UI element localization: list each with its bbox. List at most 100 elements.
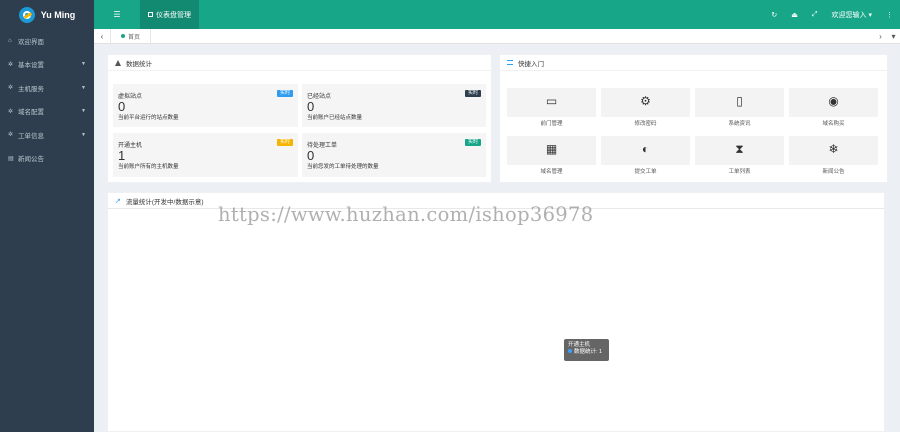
chevron-left-icon[interactable]: ‹	[94, 32, 110, 41]
document-icon: ▯	[736, 94, 743, 108]
stat-card-sites: 虚拟站点 实时 0 当前平台运行的站点数量	[113, 84, 298, 127]
tooltip-line: 数据统计: 1	[568, 349, 605, 356]
snowflake-icon: ❄	[828, 142, 839, 156]
stat-desc: 当前账户已经站点数量	[307, 115, 363, 121]
news-icon: ▤	[8, 155, 14, 162]
quick-item-label: 提交工单	[634, 169, 657, 175]
tab-options-icon[interactable]: ▾	[887, 32, 900, 41]
status-badge: 实时	[276, 90, 293, 97]
quick-panel-title: 快捷入门	[518, 60, 544, 68]
sidebar-item-settings[interactable]: ✲ 基本设置 ▼	[0, 53, 94, 77]
menu-toggle-icon[interactable]: ☰	[94, 0, 140, 29]
gears-icon: ✲	[8, 85, 14, 92]
tab-row: ‹ 首页 › ▾	[94, 28, 900, 44]
quick-item-password[interactable]: ⚙ 修改密码	[601, 88, 690, 127]
sidebar-item-news[interactable]: ▤ 新闻公告	[0, 147, 94, 171]
tooltip-series: 开通主机	[568, 342, 591, 348]
home-icon: ⌂	[8, 37, 12, 44]
quick-item-label: 域名管理	[540, 169, 563, 175]
caret-down-icon: ▼	[81, 108, 86, 115]
quick-item-label: 前门管理	[540, 121, 563, 127]
user-menu[interactable]: 欢迎您输入 ▾	[825, 10, 879, 20]
calendar-icon: ▦	[545, 142, 558, 156]
topbar-actions: ↻ ⏏ ⤢ 欢迎您输入 ▾ ⋮	[764, 0, 900, 29]
stat-card-tickets: 待处理工单 实时 0 当前您发的工单待处理的数量	[302, 133, 486, 177]
gears-icon: ✲	[8, 61, 14, 68]
clear-cache-icon[interactable]: ⏏	[784, 11, 805, 19]
tab-home-label: 首页	[128, 34, 141, 41]
gears-icon: ✲	[8, 132, 14, 139]
warning-icon	[115, 59, 121, 66]
shield-icon: ◐	[641, 142, 650, 156]
sidebar-item-label: 工单信息	[18, 132, 44, 140]
stat-card-hosts: 开通主机 实时 1 当前账户所有的主机数量	[113, 133, 298, 177]
tab-home[interactable]: 首页	[110, 28, 152, 44]
stat-desc: 当前平台运行的站点数量	[118, 115, 179, 121]
quick-item-label: 系统资讯	[728, 121, 751, 127]
chevron-right-icon[interactable]: ›	[874, 32, 887, 41]
quick-panel-header: 快捷入门	[500, 55, 887, 71]
stat-card-used-sites: 已经站点 实时 0 当前账户已经站点数量	[302, 84, 486, 127]
status-badge: 实时	[276, 139, 293, 146]
brand[interactable]: Yu Ming	[0, 0, 94, 29]
caret-down-icon: ▼	[81, 84, 86, 91]
quick-item-domain-manage[interactable]: ▦ 域名管理	[507, 136, 596, 175]
hourglass-icon: ⧗	[735, 142, 744, 156]
stat-value: 1	[118, 148, 126, 163]
brand-title: Yu Ming	[40, 9, 76, 20]
line-chart-icon: ↗	[115, 197, 121, 205]
stat-desc: 当前账户所有的主机数量	[118, 164, 179, 170]
target-icon: ◉	[828, 94, 839, 108]
top-bar: ☰ 仪表盘管理 ↻ ⏏ ⤢ 欢迎您输入 ▾ ⋮	[94, 0, 900, 29]
stats-panel-header: 数据统计	[108, 55, 491, 71]
sidebar: ⌂ 欢迎界面 ✲ 基本设置 ▼ ✲ 主机服务 ▼ ✲ 域名配置 ▼ ✲ 工单信息…	[0, 29, 94, 432]
sidebar-item-domain[interactable]: ✲ 域名配置 ▼	[0, 100, 94, 124]
quick-item-label: 新闻公告	[822, 169, 845, 175]
sidebar-item-host[interactable]: ✲ 主机服务 ▼	[0, 76, 94, 100]
dashboard-tab[interactable]: 仪表盘管理	[140, 0, 199, 29]
status-badge: 实时	[464, 139, 481, 146]
quick-item-site[interactable]: ▭ 前门管理	[507, 88, 596, 127]
chart-panel: ↗ 流量统计(开发中/数据示意)	[107, 192, 885, 432]
sidebar-item-label: 基本设置	[18, 62, 44, 70]
watermark: https://www.huzhan.com/ishop36978	[218, 203, 594, 226]
quick-item-submit-ticket[interactable]: ◐ 提交工单	[601, 136, 690, 175]
tooltip-value: 数据统计: 1	[574, 349, 603, 355]
sidebar-item-label: 欢迎界面	[18, 38, 44, 46]
window-icon: ▭	[545, 94, 558, 108]
quick-item-ticket-list[interactable]: ⧗ 工单列表	[695, 136, 784, 175]
stat-value: 0	[118, 99, 126, 114]
chart-tooltip: 开通主机 数据统计: 1	[564, 339, 609, 361]
quick-item-news[interactable]: ▯ 系统资讯	[695, 88, 784, 127]
stats-panel-title: 数据统计	[126, 60, 152, 68]
status-badge: 实时	[464, 90, 481, 97]
quick-item-label: 域名购买	[822, 121, 845, 127]
quick-item-label: 修改密码	[634, 121, 657, 127]
list-icon	[507, 60, 513, 65]
quick-item-buy-domain[interactable]: ◉ 域名购买	[789, 88, 878, 127]
fullscreen-icon[interactable]: ⤢	[805, 11, 825, 19]
sidebar-item-tickets[interactable]: ✲ 工单信息 ▼	[0, 123, 94, 147]
sidebar-item-label: 域名配置	[18, 109, 44, 117]
sidebar-item-welcome[interactable]: ⌂ 欢迎界面	[0, 29, 94, 53]
refresh-icon[interactable]: ↻	[764, 11, 784, 19]
sidebar-item-label: 新闻公告	[18, 156, 44, 164]
chart-panel-title: 流量统计(开发中/数据示意)	[125, 198, 204, 206]
quick-panel: 快捷入门 ▭ 前门管理 ⚙ 修改密码 ▯ 系统资讯 ◉ 域名购买 ▦ 域名管理 …	[499, 54, 888, 183]
gears-icon: ⚙	[640, 94, 651, 108]
active-dot-icon	[121, 34, 125, 38]
stats-panel: 数据统计 虚拟站点 实时 0 当前平台运行的站点数量 已经站点 实时 0 当前账…	[107, 54, 492, 183]
series-dot-icon	[568, 349, 572, 353]
stat-value: 0	[307, 148, 315, 163]
stat-desc: 当前您发的工单待处理的数量	[307, 164, 379, 170]
more-icon[interactable]: ⋮	[879, 11, 900, 19]
quick-item-announcements[interactable]: ❄ 新闻公告	[789, 136, 878, 175]
caret-down-icon: ▼	[81, 61, 86, 68]
quick-item-label: 工单列表	[728, 169, 751, 175]
dashboard-tab-label: 仪表盘管理	[156, 11, 191, 19]
stat-value: 0	[307, 99, 315, 114]
logo-icon	[18, 6, 35, 23]
gears-icon: ✲	[8, 108, 14, 115]
sidebar-item-label: 主机服务	[18, 85, 44, 93]
caret-down-icon: ▼	[81, 131, 86, 138]
